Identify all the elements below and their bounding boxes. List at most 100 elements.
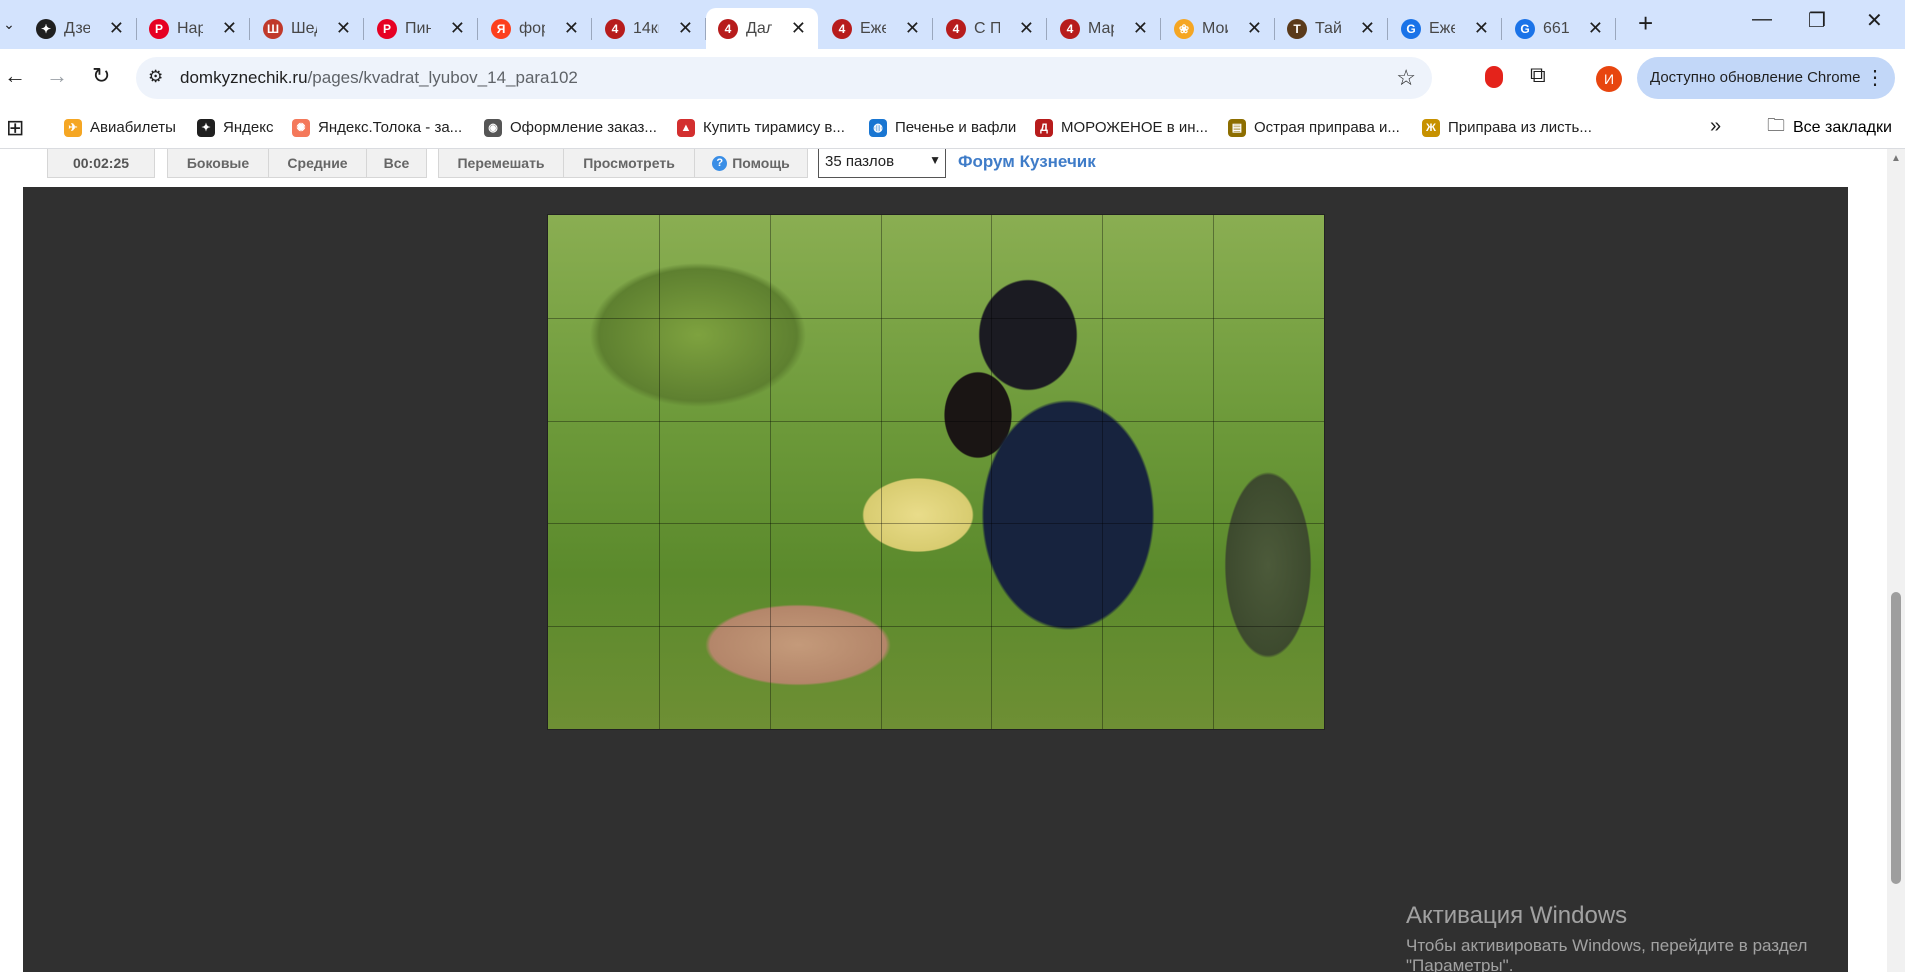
tab-close-icon[interactable]: ✕ <box>905 18 920 39</box>
watermark-line1: Чтобы активировать Windows, перейдите в … <box>1406 936 1808 955</box>
tab[interactable]: Ш Шедевры ✕ <box>251 8 364 49</box>
tab-favicon-icon: 4 <box>1060 19 1080 39</box>
tab-title: Дали <box>746 20 772 37</box>
puzzle-picture[interactable] <box>547 214 1325 730</box>
extension-adblock-icon[interactable] <box>1485 66 1503 88</box>
tab-close-icon[interactable]: ✕ <box>1588 18 1603 39</box>
forum-link[interactable]: Форум Кузнечик <box>958 152 1096 172</box>
kebab-menu-icon[interactable]: ⋮ <box>1865 65 1885 90</box>
dropdown-arrow-icon: ▼ <box>929 153 941 167</box>
close-window-icon[interactable]: ✕ <box>1866 8 1883 33</box>
tab[interactable]: ❀ Мои ✕ <box>1162 8 1275 49</box>
middle-pieces-button[interactable]: Средние <box>269 149 366 177</box>
windows-activation-watermark: Активация Windows Чтобы активировать Win… <box>1406 902 1807 976</box>
puzzle-grid-line <box>548 317 1324 319</box>
side-pieces-button[interactable]: Боковые <box>168 149 268 177</box>
bookmark-label: Острая приправа и... <box>1254 119 1400 136</box>
tab-close-icon[interactable]: ✕ <box>791 18 806 39</box>
tab-search-chevron-icon[interactable]: ⌄ <box>0 12 18 36</box>
bookmark-item[interactable]: ◍ Печенье и вафли <box>869 107 1016 148</box>
tab-close-icon[interactable]: ✕ <box>222 18 237 39</box>
tab[interactable]: 4 Дали ✕ <box>706 8 818 49</box>
all-bookmarks[interactable]: 🗀 Все закладки <box>1767 107 1892 148</box>
bookmark-item[interactable]: ▤ Острая приправа и... <box>1228 107 1400 148</box>
bookmark-label: Приправа из листь... <box>1448 119 1592 136</box>
tab[interactable]: Т Тайны ✕ <box>1275 8 1388 49</box>
bookmark-item[interactable]: Д МОРОЖЕНОЕ в ин... <box>1035 107 1208 148</box>
tab-title: Шедевры <box>291 20 317 37</box>
bookmark-star-icon[interactable]: ☆ <box>1396 65 1416 91</box>
tab-close-icon[interactable]: ✕ <box>336 18 351 39</box>
minimize-icon[interactable]: — <box>1752 8 1772 31</box>
forward-icon[interactable]: → <box>46 63 68 89</box>
more-bookmarks-icon[interactable]: » <box>1710 115 1721 138</box>
reload-icon[interactable]: ↻ <box>92 63 110 89</box>
puzzle-grid-line <box>658 215 660 729</box>
tab[interactable]: G 661 ✕ <box>1503 8 1616 49</box>
new-tab-button[interactable]: + <box>1638 8 1653 39</box>
back-icon[interactable]: ← <box>4 63 26 89</box>
tab-close-icon[interactable]: ✕ <box>450 18 465 39</box>
page-content: 00:02:25 Боковые Средние Все Перемешать … <box>0 149 1887 972</box>
bookmark-item[interactable]: ✺ Яндекс.Толока - за... <box>292 107 462 148</box>
puzzle-grid-line <box>769 215 771 729</box>
url-text[interactable]: domkyznechik.ru/pages/kvadrat_lyubov_14_… <box>180 68 578 88</box>
shuffle-button[interactable]: Перемешать <box>439 149 563 177</box>
puzzle-grid-line <box>548 420 1324 422</box>
tab[interactable]: P Нарисуй ✕ <box>137 8 250 49</box>
tab-title: 661 <box>1543 20 1569 37</box>
tab[interactable]: Яформы ✕ <box>479 8 592 49</box>
tab-separator <box>1046 18 1047 40</box>
tab[interactable]: ✦ Дзен ✕ <box>24 8 137 49</box>
tab[interactable]: 4 Март ✕ <box>1048 8 1161 49</box>
tab[interactable]: G Ежедневник ✕ <box>1389 8 1502 49</box>
puzzle-controls: 00:02:25 Боковые Средние Все Перемешать … <box>0 149 1887 187</box>
bookmark-item[interactable]: ✈ Авиабилеты <box>64 107 176 148</box>
puzzle-stage <box>23 187 1848 972</box>
puzzle-grid-line <box>1213 215 1215 729</box>
address-bar[interactable]: ⚙ domkyznechik.ru/pages/kvadrat_lyubov_1… <box>136 57 1432 99</box>
tab-separator <box>1615 18 1616 40</box>
tab-close-icon[interactable]: ✕ <box>109 18 124 39</box>
scrollbar-thumb[interactable] <box>1891 592 1901 884</box>
tab-close-icon[interactable]: ✕ <box>1133 18 1148 39</box>
puzzle-grid-line <box>1102 215 1104 729</box>
tab-title: Дзен <box>64 20 90 37</box>
bookmark-item[interactable]: ◉ Оформление заказ... <box>484 107 657 148</box>
piece-count-select[interactable]: 35 пазлов ▼ <box>818 149 946 178</box>
profile-avatar[interactable]: И <box>1596 66 1622 92</box>
tab[interactable]: 4 14кв ✕ <box>593 8 706 49</box>
folder-icon: 🗀 <box>1767 114 1785 135</box>
site-info-icon[interactable]: ⚙ <box>148 67 163 87</box>
tab-title: Ежедневник <box>1429 20 1455 37</box>
tab-close-icon[interactable]: ✕ <box>1474 18 1489 39</box>
tab[interactable]: 4 Ежедневные ✕ <box>820 8 933 49</box>
preview-button[interactable]: Просмотреть <box>564 149 694 177</box>
tab-close-icon[interactable]: ✕ <box>1360 18 1375 39</box>
filter-group: Боковые Средние Все <box>167 149 427 178</box>
tab-close-icon[interactable]: ✕ <box>1247 18 1262 39</box>
help-button[interactable]: ? Помощь <box>695 149 807 177</box>
chrome-update-button[interactable]: Доступно обновление Chrome ⋮ <box>1637 57 1895 99</box>
tab-favicon-icon: Я <box>491 19 511 39</box>
timer: 00:02:25 <box>72 155 130 171</box>
all-pieces-button[interactable]: Все <box>367 149 426 177</box>
bookmark-item[interactable]: ▲ Купить тирамису в... <box>677 107 845 148</box>
bookmark-item[interactable]: Ж Приправа из листь... <box>1422 107 1592 148</box>
tab-separator <box>1501 18 1502 40</box>
apps-grid-icon[interactable]: ⊞ <box>6 115 24 141</box>
restore-icon[interactable]: ❐ <box>1808 8 1826 33</box>
extensions-icon[interactable]: ⧉ <box>1530 62 1546 88</box>
scroll-up-arrow-icon[interactable]: ▲ <box>1891 153 1901 164</box>
action-group: Перемешать Просмотреть ? Помощь <box>438 149 808 178</box>
tab-separator <box>591 18 592 40</box>
bookmark-item[interactable]: ✦ Яндекс <box>197 107 273 148</box>
tab[interactable]: 4 С Праздником ✕ <box>934 8 1047 49</box>
tab-close-icon[interactable]: ✕ <box>564 18 579 39</box>
tab-close-icon[interactable]: ✕ <box>1019 18 1034 39</box>
tab-title: формы <box>519 20 545 37</box>
tab-close-icon[interactable]: ✕ <box>678 18 693 39</box>
tab[interactable]: P Пинтерест ✕ <box>365 8 478 49</box>
tab-favicon-icon: G <box>1515 19 1535 39</box>
page-scrollbar[interactable]: ▲ <box>1887 149 1905 972</box>
